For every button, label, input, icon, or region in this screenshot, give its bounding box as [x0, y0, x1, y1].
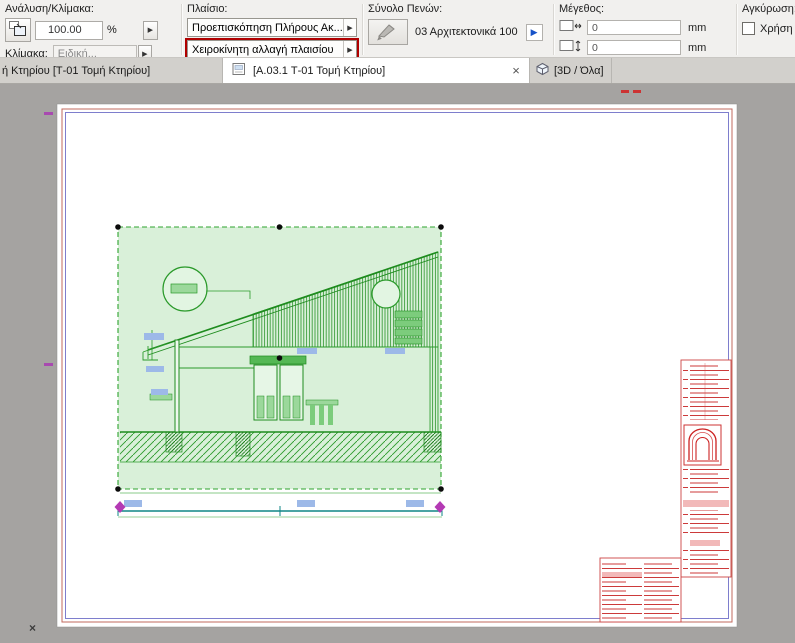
chevron-right-icon: ▶ — [343, 41, 356, 57]
scale-label: Κλίμακα: — [5, 48, 48, 58]
pane-close-button[interactable]: × — [29, 621, 36, 635]
chevron-right-icon: ▶ — [142, 50, 147, 58]
use-checkbox-label: Χρήση — [760, 23, 793, 35]
round-window — [372, 280, 400, 308]
scale-value-dropdown-button[interactable]: ▶ — [138, 45, 152, 57]
furniture — [306, 400, 338, 405]
title-block-text-rows — [683, 549, 729, 574]
scale-percent-input[interactable] — [35, 21, 103, 40]
layout-sheet-icon — [232, 62, 247, 79]
left-wall — [175, 340, 179, 432]
foundation-hatch — [236, 432, 250, 456]
frame-preview-option-button[interactable]: Προεπισκόπηση Πλήρους Ακ... ▶ — [187, 18, 357, 37]
tab-layout-a031-active[interactable]: [A.03.1 Τ-01 Τομή Κτηρίου] × — [223, 58, 530, 83]
chevron-right-icon: ▶ — [148, 26, 153, 34]
use-checkbox[interactable] — [742, 22, 755, 35]
pen-set-button[interactable] — [368, 19, 408, 45]
scale-value-field[interactable]: Ειδική... — [53, 45, 137, 57]
schedule-text-rows — [602, 560, 679, 620]
cube-3d-icon — [536, 62, 549, 79]
analysis-scale-label: Ανάλυση/Κλίμακα: — [5, 3, 176, 16]
height-input[interactable] — [587, 40, 681, 55]
pen-set-value: 03 Αρχιτεκτονικά 100 — [415, 26, 518, 38]
width-unit-label: mm — [688, 22, 706, 34]
width-icon — [559, 19, 583, 36]
chevron-right-icon: ▶ — [343, 19, 356, 36]
layout-canvas[interactable]: × — [0, 84, 795, 643]
title-block-highlight-cell — [690, 540, 720, 546]
foundation-hatch — [166, 432, 182, 452]
resize-icon — [8, 20, 28, 41]
size-section: Μέγεθος: mm mm — [554, 2, 736, 57]
title-block[interactable] — [681, 360, 731, 577]
frame-label: Πλαίσιο: — [187, 3, 357, 16]
height-icon — [559, 39, 583, 56]
scale-section: Ανάλυση/Κλίμακα: % ▶ Κλίμακα: Ειδική... … — [0, 2, 181, 57]
document-tab-bar: ή Κτηρίου [Τ-01 Τομή Κτηρίου] [A.03.1 Τ-… — [0, 58, 795, 84]
frame-manual-option-button[interactable]: Χειροκίνητη αλλαγή πλαισίου ▶ — [187, 40, 357, 57]
tab-3d-label: [3D / Όλα] — [554, 65, 604, 77]
schedule-table[interactable] — [600, 558, 681, 622]
placed-section-drawing[interactable] — [115, 224, 446, 517]
layout-scene — [0, 84, 795, 643]
anchor-section: Αγκύρωση: Χρήση — [737, 2, 795, 57]
close-tab-icon[interactable]: × — [509, 64, 523, 77]
info-box-toolbar: Ανάλυση/Κλίμακα: % ▶ Κλίμακα: Ειδική... … — [0, 0, 795, 58]
magenta-guide-marker — [44, 112, 53, 115]
foundation-hatch — [424, 432, 441, 452]
pen-set-dropdown-button[interactable]: ▶ — [526, 24, 543, 41]
chevron-right-blue-icon: ▶ — [531, 27, 538, 38]
title-block-text-rows — [683, 510, 729, 536]
width-input[interactable] — [587, 20, 681, 35]
active-tab-label: [A.03.1 Τ-01 Τομή Κτηρίου] — [253, 65, 503, 77]
anchor-label: Αγκύρωση: — [742, 3, 790, 16]
tab-3d-all[interactable]: [3D / Όλα] — [530, 58, 612, 83]
title-block-highlight-cell — [683, 500, 729, 507]
percent-label: % — [107, 24, 117, 36]
scale-dropdown-button[interactable]: ▶ — [143, 21, 158, 40]
pen-set-label: Σύνολο Πενών: — [368, 3, 548, 16]
title-block-text-rows — [683, 363, 729, 420]
size-label: Μέγεθος: — [559, 3, 731, 16]
right-wall-hatch — [430, 347, 438, 432]
schedule-highlight-cell — [602, 572, 642, 577]
furniture-legs — [310, 405, 333, 425]
red-guide-dash — [633, 90, 641, 93]
frame-section: Πλαίσιο: Προεπισκόπηση Πλήρους Ακ... ▶ Χ… — [182, 2, 362, 57]
tab-bar-empty-space — [612, 58, 795, 83]
magenta-guide-marker — [44, 363, 53, 366]
height-unit-label: mm — [688, 42, 706, 54]
tab-section-t01[interactable]: ή Κτηρίου [Τ-01 Τομή Κτηρίου] — [0, 58, 223, 83]
pen-set-section: Σύνολο Πενών: 03 Αρχιτεκτονικά 100 ▶ — [363, 2, 553, 57]
title-block-text-rows — [683, 469, 729, 496]
pen-icon — [374, 21, 402, 44]
resize-scale-button[interactable] — [5, 18, 31, 42]
red-guide-dash — [621, 90, 629, 93]
